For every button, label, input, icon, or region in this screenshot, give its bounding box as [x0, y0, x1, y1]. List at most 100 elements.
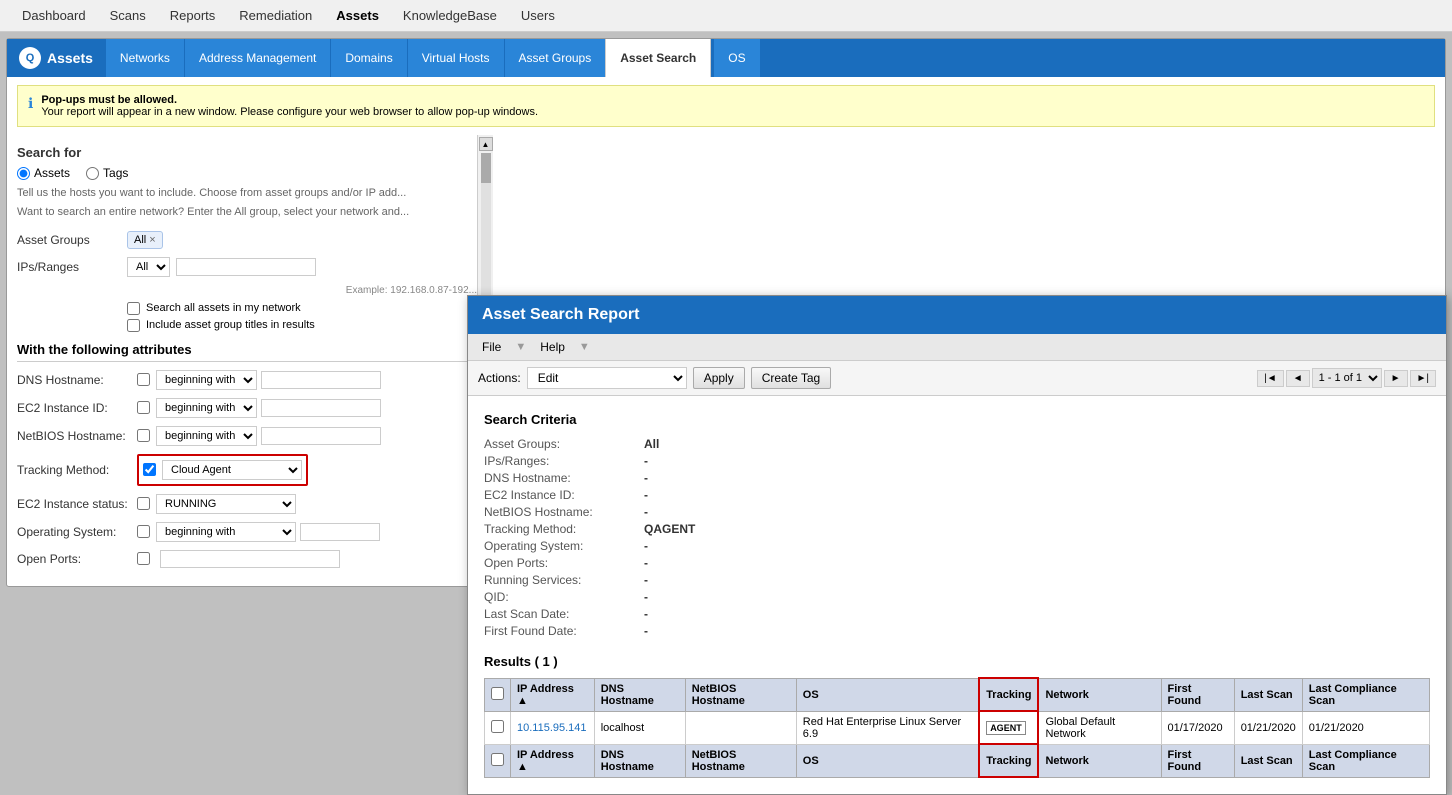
- radio-tags-label[interactable]: Tags: [86, 166, 128, 180]
- include-titles-checkbox-row: Include asset group titles in results: [127, 319, 477, 332]
- agent-badge: AGENT: [986, 721, 1026, 735]
- open-ports-checkbox[interactable]: [137, 552, 150, 565]
- include-titles-checkbox[interactable]: [127, 319, 140, 332]
- netbios-hostname-input[interactable]: [261, 427, 381, 445]
- select-all-checkbox-top[interactable]: [491, 687, 504, 700]
- col-os-top[interactable]: OS: [796, 678, 979, 711]
- row-compliance: 01/21/2020: [1302, 711, 1429, 744]
- nav-reports[interactable]: Reports: [158, 2, 228, 29]
- apply-button[interactable]: Apply: [693, 367, 745, 389]
- col-last-scan-top[interactable]: Last Scan: [1234, 678, 1302, 711]
- row-first-found: 01/17/2020: [1161, 711, 1234, 744]
- col-first-found-top[interactable]: First Found: [1161, 678, 1234, 711]
- operating-system-filter[interactable]: beginning with: [156, 522, 296, 542]
- tab-os[interactable]: OS: [713, 39, 759, 77]
- logo-label: Assets: [47, 50, 93, 66]
- netbios-hostname-checkbox[interactable]: [137, 429, 150, 442]
- ec2-status-select[interactable]: RUNNING: [156, 494, 296, 514]
- dns-hostname-row: DNS Hostname: beginning with: [17, 370, 477, 390]
- top-navigation: Dashboard Scans Reports Remediation Asse…: [0, 0, 1452, 32]
- report-toolbar: File ▼ Help ▼: [468, 334, 1446, 361]
- tab-address-management[interactable]: Address Management: [184, 39, 330, 77]
- page-first-btn[interactable]: |◄: [1257, 370, 1284, 387]
- criteria-val-7: -: [644, 556, 648, 570]
- tab-networks[interactable]: Networks: [105, 39, 184, 77]
- criteria-key-6: Operating System:: [484, 539, 644, 553]
- tracking-method-row: Tracking Method: Cloud Agent: [17, 454, 477, 486]
- row-select-checkbox[interactable]: [491, 720, 504, 733]
- criteria-val-1: -: [644, 454, 648, 468]
- criteria-key-5: Tracking Method:: [484, 522, 644, 536]
- nav-users[interactable]: Users: [509, 2, 567, 29]
- col-compliance-top[interactable]: Last Compliance Scan: [1302, 678, 1429, 711]
- ec2-instance-id-input[interactable]: [261, 399, 381, 417]
- help-menu[interactable]: Help: [534, 338, 571, 356]
- criteria-row-9: QID: -: [484, 590, 1430, 604]
- tracking-method-select[interactable]: Cloud Agent: [162, 460, 302, 480]
- create-tag-button[interactable]: Create Tag: [751, 367, 831, 389]
- criteria-key-10: Last Scan Date:: [484, 607, 644, 621]
- scroll-thumb[interactable]: [481, 153, 491, 183]
- page-last-btn[interactable]: ►|: [1410, 370, 1437, 387]
- ec2-instance-id-checkbox[interactable]: [137, 401, 150, 414]
- ec2-instance-id-filter[interactable]: beginning with: [156, 398, 257, 418]
- col-ip-top[interactable]: IP Address ▲: [511, 678, 595, 711]
- assets-logo: Q Assets: [7, 39, 105, 77]
- ec2-status-label: EC2 Instance status:: [17, 497, 137, 511]
- radio-assets-label[interactable]: Assets: [17, 166, 70, 180]
- col-dns-top[interactable]: DNS Hostname: [594, 678, 685, 711]
- row-checkbox[interactable]: [485, 711, 511, 744]
- ec2-status-checkbox[interactable]: [137, 497, 150, 510]
- row-tracking: AGENT: [979, 711, 1038, 744]
- criteria-table: Asset Groups: All IPs/Ranges: - DNS Host…: [484, 437, 1430, 638]
- radio-tags[interactable]: [86, 167, 99, 180]
- tab-domains[interactable]: Domains: [330, 39, 406, 77]
- nav-assets[interactable]: Assets: [324, 2, 391, 29]
- select-all-checkbox-bottom[interactable]: [491, 753, 504, 766]
- nav-knowledgebase[interactable]: KnowledgeBase: [391, 2, 509, 29]
- operating-system-checkbox[interactable]: [137, 525, 150, 538]
- open-ports-input[interactable]: [160, 550, 340, 568]
- row-network: Global Default Network: [1038, 711, 1161, 744]
- menu-arrow-help: ▼: [579, 341, 590, 353]
- radio-assets[interactable]: [17, 167, 30, 180]
- dns-hostname-filter[interactable]: beginning with: [156, 370, 257, 390]
- actions-label: Actions:: [478, 371, 521, 385]
- netbios-hostname-filter[interactable]: beginning with: [156, 426, 257, 446]
- col-tracking-top[interactable]: Tracking: [979, 678, 1038, 711]
- actions-select[interactable]: Edit: [527, 367, 687, 389]
- ips-ranges-input[interactable]: [176, 258, 316, 276]
- ips-ranges-select[interactable]: All: [127, 257, 170, 277]
- search-all-checkbox[interactable]: [127, 302, 140, 315]
- page-prev-btn[interactable]: ◄: [1286, 370, 1310, 387]
- nav-dashboard[interactable]: Dashboard: [10, 2, 98, 29]
- file-menu[interactable]: File: [476, 338, 507, 356]
- criteria-val-5: QAGENT: [644, 522, 695, 536]
- content-wrapper: Search for Assets Tags Tell us the hosts…: [7, 135, 1445, 586]
- dns-hostname-input[interactable]: [261, 371, 381, 389]
- criteria-key-11: First Found Date:: [484, 624, 644, 638]
- info-bar: ℹ Pop-ups must be allowed. Your report w…: [17, 85, 1435, 127]
- page-select[interactable]: 1 - 1 of 1: [1312, 368, 1382, 388]
- nav-scans[interactable]: Scans: [98, 2, 158, 29]
- pagination: |◄ ◄ 1 - 1 of 1 ► ►|: [1257, 368, 1436, 388]
- search-all-checkbox-row: Search all assets in my network: [127, 302, 477, 315]
- criteria-key-3: EC2 Instance ID:: [484, 488, 644, 502]
- open-ports-row: Open Ports:: [17, 550, 477, 568]
- page-next-btn[interactable]: ►: [1384, 370, 1408, 387]
- criteria-key-2: DNS Hostname:: [484, 471, 644, 485]
- operating-system-input[interactable]: [300, 523, 380, 541]
- tracking-method-checkbox[interactable]: [143, 463, 156, 476]
- tab-virtual-hosts[interactable]: Virtual Hosts: [407, 39, 504, 77]
- col-network-top[interactable]: Network: [1038, 678, 1161, 711]
- criteria-val-10: -: [644, 607, 648, 621]
- logo-icon: Q: [19, 47, 41, 69]
- col-checkbox-top[interactable]: [485, 678, 511, 711]
- tab-asset-groups[interactable]: Asset Groups: [504, 39, 606, 77]
- tab-asset-search[interactable]: Asset Search: [605, 39, 711, 77]
- dns-hostname-checkbox[interactable]: [137, 373, 150, 386]
- nav-remediation[interactable]: Remediation: [227, 2, 324, 29]
- remove-tag-btn[interactable]: ×: [149, 234, 155, 246]
- scroll-up-btn[interactable]: ▲: [479, 137, 493, 151]
- col-netbios-top[interactable]: NetBIOS Hostname: [685, 678, 796, 711]
